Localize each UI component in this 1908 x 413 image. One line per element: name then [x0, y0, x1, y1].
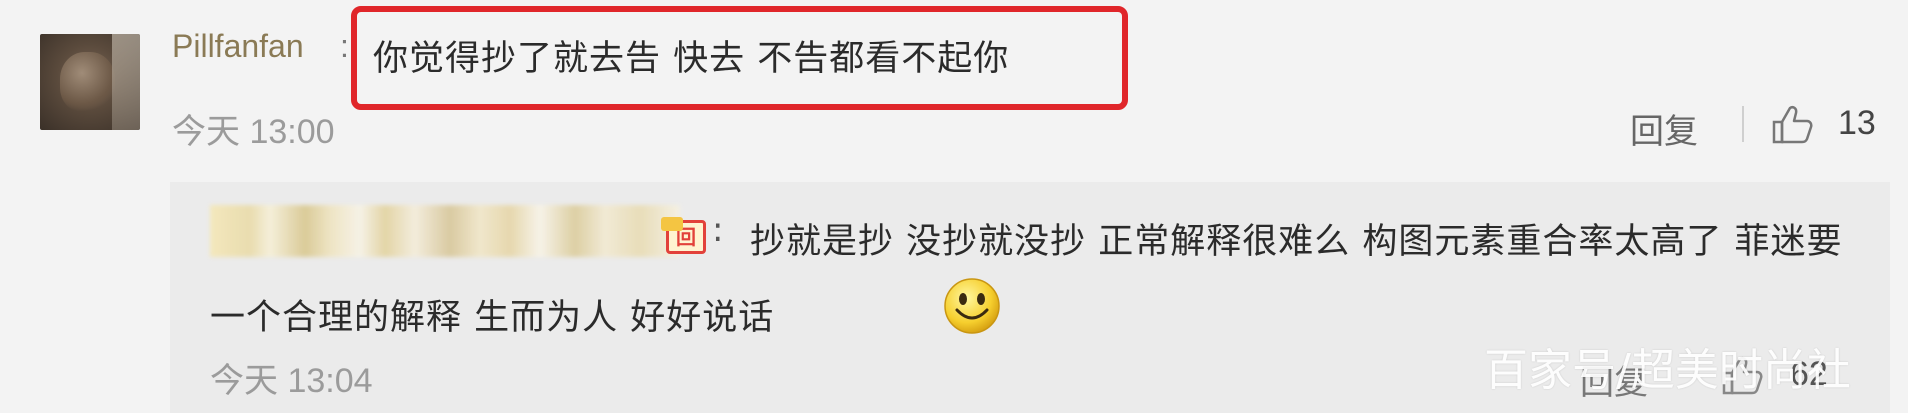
- reply-timestamp: 今天 13:04: [210, 362, 373, 400]
- thumbs-up-icon[interactable]: [1770, 104, 1814, 144]
- comment-screenshot: Pillfanfan : 你觉得抄了就去告 快去 不告都看不起你 今天 13:0…: [0, 0, 1908, 413]
- reply-button[interactable]: 回复: [1630, 104, 1698, 153]
- comment-text: 你觉得抄了就去告 快去 不告都看不起你: [373, 39, 1010, 79]
- watermark: 百家号/超美时尚社: [1484, 345, 1851, 396]
- avatar[interactable]: [40, 34, 140, 130]
- comment-timestamp: 今天 13:00: [172, 113, 335, 151]
- comment-username[interactable]: Pillfanfan: [172, 28, 304, 65]
- action-divider: [1742, 106, 1744, 142]
- like-count: 13: [1838, 104, 1876, 142]
- smile-emoji-icon: [944, 278, 1000, 334]
- comment-colon: :: [340, 28, 349, 64]
